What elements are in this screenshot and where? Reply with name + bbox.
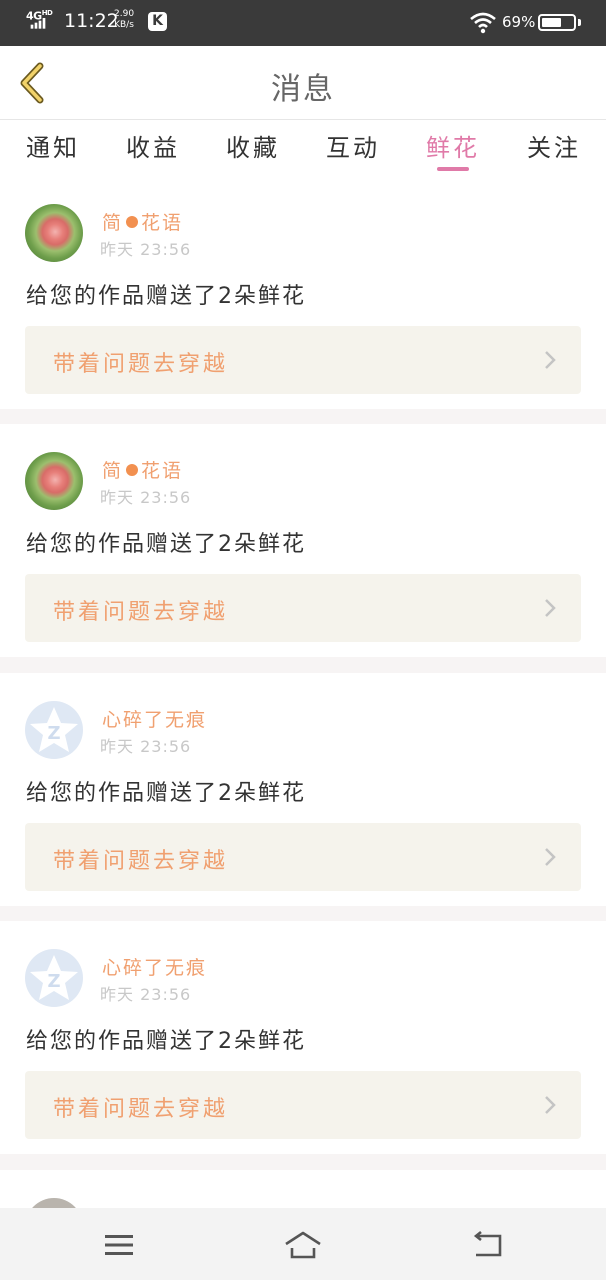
timestamp: 昨天 23:56 (100, 488, 192, 507)
tab-bar: 通知 收益 收藏 互动 鲜花 关注 (0, 120, 606, 174)
clock: 11:22 (64, 10, 119, 32)
timestamp: 昨天 23:56 (100, 985, 192, 1004)
battery-icon (538, 14, 576, 31)
work-link[interactable]: 带着问题去穿越 (25, 574, 581, 642)
page-title: 消息 (271, 72, 335, 107)
list-item: Z 心碎了无痕 昨天 23:56 给您的作品赠送了2朵鲜花 带着问题去穿越 (0, 673, 606, 903)
signal-icon (30, 18, 46, 29)
work-link[interactable]: 带着问题去穿越 (25, 326, 581, 394)
work-title: 带着问题去穿越 (53, 1097, 229, 1122)
avatar[interactable]: Z (25, 701, 83, 759)
tab-notifications[interactable]: 通知 (26, 128, 80, 163)
dot-separator (126, 216, 139, 228)
username[interactable]: 心碎了无痕 (102, 705, 207, 732)
username[interactable]: 心碎了无痕 (102, 953, 207, 980)
work-title: 带着问题去穿越 (53, 600, 229, 625)
username[interactable]: 简花语 (102, 456, 183, 483)
chevron-right-icon (545, 599, 556, 617)
work-link[interactable]: 带着问题去穿越 (25, 823, 581, 891)
timestamp: 昨天 23:56 (100, 240, 192, 259)
network-speed: 2.90 KB/s (114, 9, 135, 30)
avatar[interactable] (25, 204, 83, 262)
chevron-right-icon (545, 351, 556, 369)
work-title: 带着问题去穿越 (53, 352, 229, 377)
chevron-right-icon (545, 1096, 556, 1114)
battery-percent: 69% (502, 13, 536, 31)
tab-favorites[interactable]: 收藏 (226, 128, 280, 163)
home-icon[interactable] (283, 1230, 323, 1260)
back-icon[interactable] (468, 1230, 508, 1260)
menu-icon[interactable] (99, 1230, 139, 1260)
list-item: Z 心碎了无痕 昨天 23:56 给您的作品赠送了2朵鲜花 带着问题去穿越 (0, 921, 606, 1151)
svg-text:Z: Z (47, 723, 60, 744)
chevron-right-icon (545, 848, 556, 866)
avatar[interactable] (25, 452, 83, 510)
system-nav-bar (0, 1208, 606, 1280)
tab-follow[interactable]: 关注 (527, 128, 581, 163)
wifi-icon (470, 12, 496, 34)
svg-text:Z: Z (47, 971, 60, 992)
message-text: 给您的作品赠送了2朵鲜花 (26, 284, 306, 309)
default-avatar-icon: Z (30, 955, 78, 1000)
avatar[interactable]: Z (25, 949, 83, 1007)
message-text: 给您的作品赠送了2朵鲜花 (26, 1029, 306, 1054)
active-tab-indicator (437, 167, 469, 171)
timestamp: 昨天 23:56 (100, 737, 192, 756)
default-avatar-icon: Z (30, 707, 78, 752)
work-title: 带着问题去穿越 (53, 849, 229, 874)
dot-separator (126, 464, 139, 476)
battery-cap (578, 19, 581, 26)
tab-interactions[interactable]: 互动 (326, 128, 380, 163)
tab-flowers[interactable]: 鲜花 (426, 128, 480, 163)
tab-earnings[interactable]: 收益 (126, 128, 180, 163)
message-text: 给您的作品赠送了2朵鲜花 (26, 532, 306, 557)
status-bar: 4GHD 11:22 2.90 KB/s K 69% (0, 0, 606, 46)
app-header: 消息 (0, 46, 606, 120)
list-item: 简花语 昨天 23:56 给您的作品赠送了2朵鲜花 带着问题去穿越 (0, 424, 606, 654)
list-item: 简花语 昨天 23:56 给您的作品赠送了2朵鲜花 带着问题去穿越 (0, 176, 606, 406)
username[interactable]: 简花语 (102, 208, 183, 235)
message-text: 给您的作品赠送了2朵鲜花 (26, 781, 306, 806)
app-notification-icon: K (148, 12, 167, 31)
list-item-partial (0, 1170, 606, 1256)
work-link[interactable]: 带着问题去穿越 (25, 1071, 581, 1139)
